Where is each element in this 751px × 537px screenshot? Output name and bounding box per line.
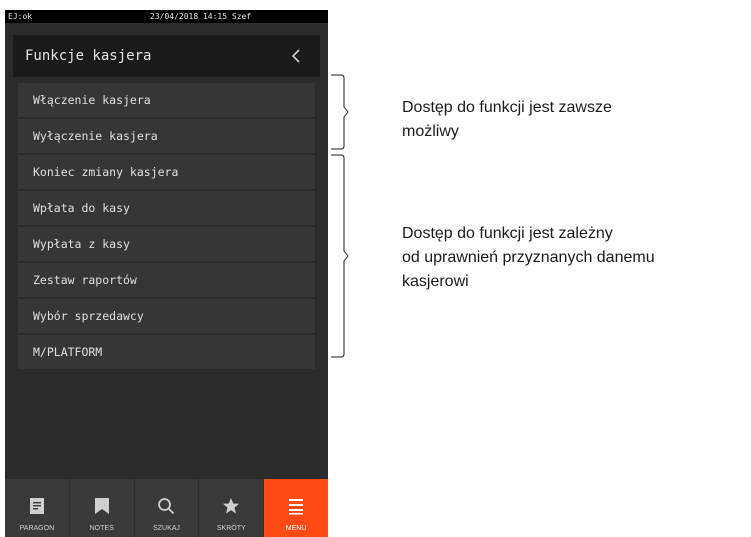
nav-menu[interactable]: MENU bbox=[264, 479, 328, 537]
bracket-group-1 bbox=[331, 74, 349, 150]
nav-paragon[interactable]: PARAGON bbox=[5, 479, 70, 537]
menu-item-wylaczenie-kasjera[interactable]: Wyłączenie kasjera bbox=[18, 119, 315, 153]
device-screen: EJ:ok 23/04/2018 14:15 Szef Funkcje kasj… bbox=[5, 10, 328, 537]
nav-szukaj[interactable]: SZUKAJ bbox=[135, 479, 200, 537]
nav-notes[interactable]: NOTES bbox=[70, 479, 135, 537]
menu-item-m-platform[interactable]: M/PLATFORM bbox=[18, 335, 315, 369]
nav-label: NOTES bbox=[89, 525, 114, 532]
status-datetime-user: 23/04/2018 14:15 Szef bbox=[150, 12, 252, 21]
bookmark-icon bbox=[94, 491, 110, 521]
search-icon bbox=[157, 491, 175, 521]
menu-item-label: Wybór sprzedawcy bbox=[33, 309, 144, 323]
star-icon bbox=[222, 491, 240, 521]
menu-list: Włączenie kasjera Wyłączenie kasjera Kon… bbox=[18, 83, 315, 371]
annotation-line: Dostęp do funkcji jest zawsze bbox=[402, 99, 612, 116]
nav-skroty[interactable]: SKRÓTY bbox=[199, 479, 265, 537]
menu-item-wlaczenie-kasjera[interactable]: Włączenie kasjera bbox=[18, 83, 315, 117]
menu-item-wybor-sprzedawcy[interactable]: Wybór sprzedawcy bbox=[18, 299, 315, 333]
menu-icon bbox=[288, 491, 304, 521]
status-bar: EJ:ok 23/04/2018 14:15 Szef bbox=[5, 10, 328, 23]
menu-item-wplata[interactable]: Wpłata do kasy bbox=[18, 191, 315, 225]
menu-item-koniec-zmiany[interactable]: Koniec zmiany kasjera bbox=[18, 155, 315, 189]
chevron-left-icon[interactable] bbox=[286, 35, 306, 77]
menu-item-label: M/PLATFORM bbox=[33, 345, 103, 359]
nav-label: SZUKAJ bbox=[153, 525, 180, 532]
menu-item-label: Wyłączenie kasjera bbox=[33, 129, 158, 143]
menu-item-zestaw-raportow[interactable]: Zestaw raportów bbox=[18, 263, 315, 297]
status-ej: EJ:ok bbox=[8, 12, 33, 21]
nav-label: SKRÓTY bbox=[216, 525, 246, 532]
annotation-line: możliwy bbox=[402, 123, 459, 140]
page-header: Funkcje kasjera bbox=[13, 35, 320, 77]
menu-item-label: Wpłata do kasy bbox=[33, 201, 130, 215]
annotation-line: od uprawnień przyznanych danemu bbox=[402, 249, 655, 266]
nav-label: MENU bbox=[285, 525, 307, 532]
nav-label: PARAGON bbox=[19, 525, 55, 532]
annotation-line: kasjerowi bbox=[402, 273, 469, 290]
page-title: Funkcje kasjera bbox=[25, 48, 152, 64]
menu-item-label: Włączenie kasjera bbox=[33, 93, 151, 107]
menu-item-wyplata[interactable]: Wypłata z kasy bbox=[18, 227, 315, 261]
menu-item-label: Wypłata z kasy bbox=[33, 237, 130, 251]
menu-item-label: Koniec zmiany kasjera bbox=[33, 165, 179, 179]
annotation-always-available: Dostęp do funkcji jest zawsze możliwy bbox=[402, 96, 612, 144]
annotation-permission-dependent: Dostęp do funkcji jest zależny od uprawn… bbox=[402, 222, 655, 294]
receipt-icon bbox=[29, 491, 45, 521]
menu-item-label: Zestaw raportów bbox=[33, 273, 137, 287]
annotation-line: Dostęp do funkcji jest zależny bbox=[402, 225, 613, 242]
bottom-nav: PARAGON NOTES SZUKAJ SKRÓTY MENU bbox=[5, 479, 328, 537]
bracket-group-2 bbox=[331, 154, 349, 358]
